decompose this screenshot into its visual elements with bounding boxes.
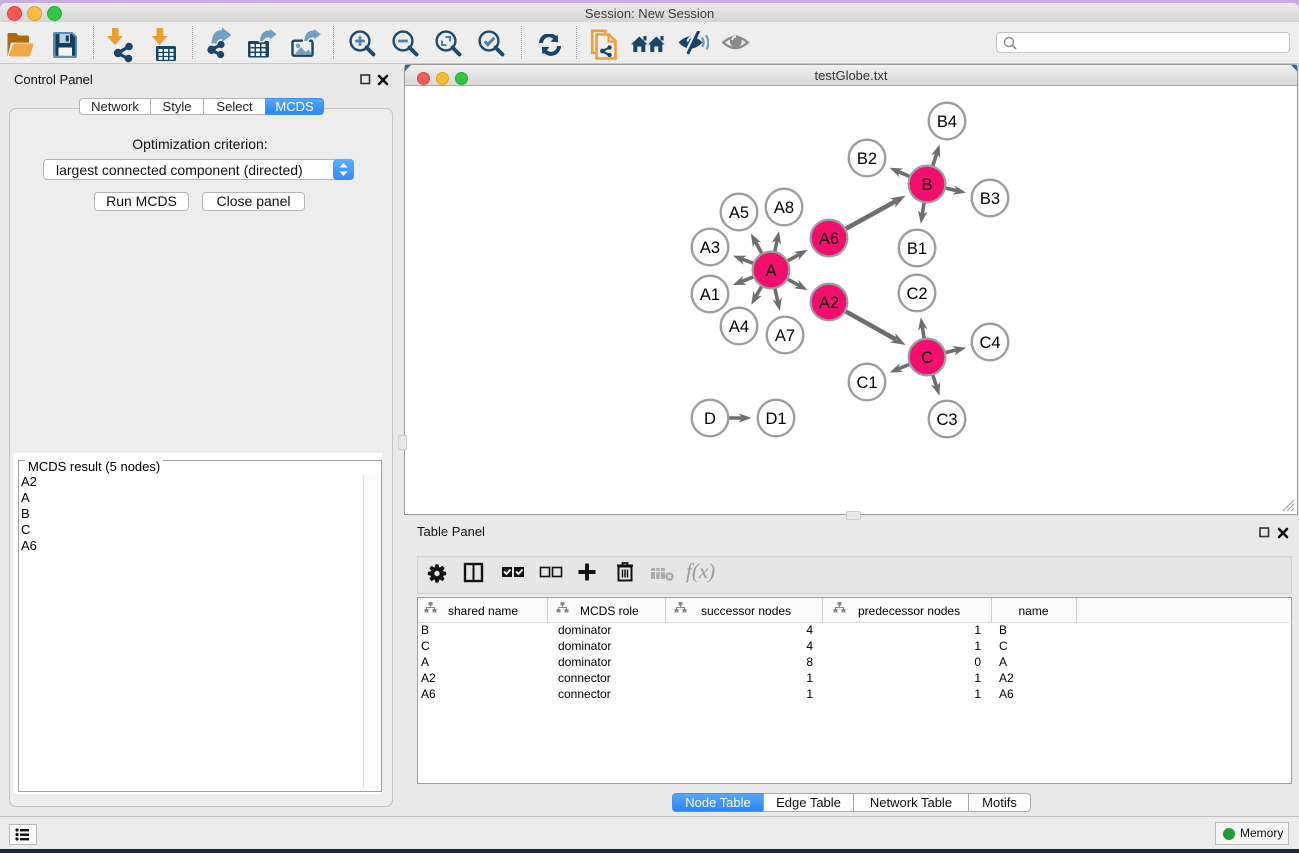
svg-text:C: C <box>921 349 933 367</box>
svg-text:A2: A2 <box>819 294 839 312</box>
svg-text:C1: C1 <box>856 374 877 392</box>
svg-text:D1: D1 <box>765 410 786 428</box>
svg-text:B1: B1 <box>907 240 927 258</box>
svg-text:A8: A8 <box>774 199 794 217</box>
svg-text:A3: A3 <box>700 239 720 257</box>
svg-text:B4: B4 <box>937 113 957 131</box>
svg-text:B: B <box>921 176 932 194</box>
svg-text:A: A <box>765 262 776 280</box>
svg-text:B2: B2 <box>857 150 877 168</box>
svg-text:C3: C3 <box>936 411 957 429</box>
svg-text:A5: A5 <box>729 204 749 222</box>
svg-text:A4: A4 <box>729 318 749 336</box>
svg-text:B3: B3 <box>980 190 1000 208</box>
svg-text:D: D <box>704 410 716 428</box>
svg-text:A1: A1 <box>700 286 720 304</box>
svg-text:A6: A6 <box>819 230 839 248</box>
svg-text:A7: A7 <box>775 327 795 345</box>
svg-text:C4: C4 <box>979 334 1000 352</box>
svg-text:C2: C2 <box>906 285 927 303</box>
